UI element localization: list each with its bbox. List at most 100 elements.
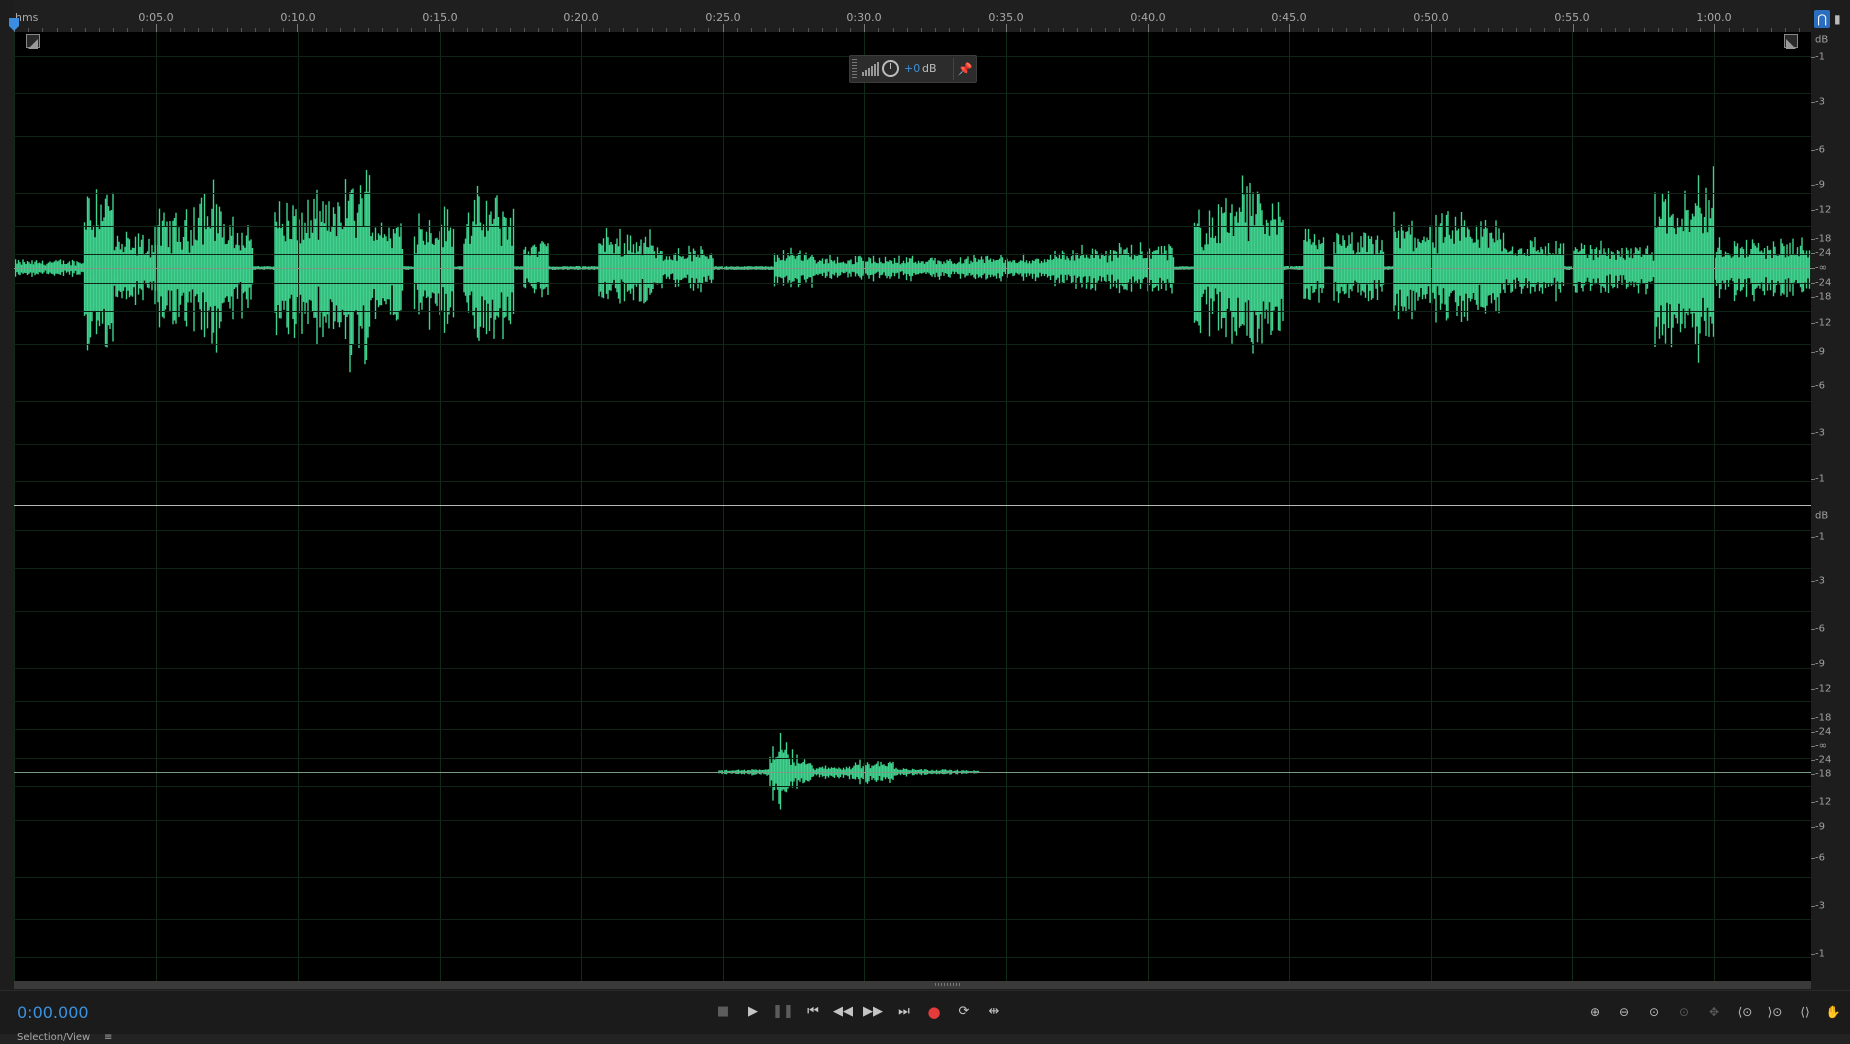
ruler-major-tick — [439, 24, 440, 32]
pin-icon[interactable]: 📌 — [957, 60, 973, 78]
marker-icon[interactable]: ▮ — [1834, 10, 1846, 28]
zoom-out-time-button[interactable]: ⟨⟩ — [1792, 1001, 1818, 1023]
grid-line-horizontal — [14, 136, 1811, 137]
zoom-out-full-button[interactable]: ⟨⊙ — [1732, 1001, 1758, 1023]
hud-separator — [953, 58, 954, 80]
hand-tool-button[interactable]: ✋ — [1820, 1001, 1846, 1023]
waveform-editor[interactable] — [14, 32, 1811, 981]
ruler-tick-label: 0:25.0 — [705, 11, 741, 24]
db-tick — [1811, 858, 1815, 859]
grid-line-horizontal — [14, 530, 1811, 531]
go-to-start-button[interactable]: ⏮ — [801, 1001, 825, 1023]
db-unit-label: dB — [1815, 510, 1829, 522]
left-border — [0, 0, 14, 1044]
db-scale[interactable]: dB dB -1 -3 -6 -9 -12 -18 -24 -∞ -24 -18 -12 -9 -6 -3 -1… — [1811, 32, 1850, 981]
grid-line-horizontal — [14, 568, 1811, 569]
grid-line-vertical — [1148, 506, 1149, 981]
ruler-major-tick — [723, 24, 724, 32]
zoom-in-time-button[interactable]: ⟩⊙ — [1762, 1001, 1788, 1023]
record-button[interactable]: ● — [922, 1001, 946, 1023]
grid-line-horizontal — [14, 283, 1811, 284]
ruler-major-tick — [1431, 24, 1432, 32]
grid-line-horizontal — [14, 919, 1811, 920]
fade-out-handle-icon[interactable] — [1784, 34, 1798, 49]
stop-button[interactable]: ■ — [711, 1001, 735, 1023]
db-label: -18 — [1815, 712, 1832, 724]
grid-line-horizontal — [14, 729, 1811, 730]
play-button[interactable]: ▶ — [741, 1001, 765, 1023]
db-label: -3 — [1815, 96, 1825, 108]
snap-icon[interactable]: ⋂ — [1814, 10, 1830, 28]
gain-value[interactable]: +0 — [904, 62, 920, 75]
db-label: -∞ — [1815, 262, 1827, 274]
ruler-tick-label: 0:55.0 — [1554, 11, 1590, 24]
ruler-major-tick — [1006, 24, 1007, 32]
ruler-tick-label: 0:10.0 — [280, 11, 316, 24]
db-label: -1 — [1815, 948, 1825, 960]
grid-line-vertical — [1714, 506, 1715, 981]
grid-line-horizontal — [14, 877, 1811, 878]
skip-selection-button[interactable]: ⇹ — [982, 1001, 1006, 1023]
current-time-display[interactable]: 0:00.000 — [17, 1003, 89, 1022]
db-label: -24 — [1815, 277, 1832, 289]
pause-button[interactable]: ❚❚ — [771, 1001, 795, 1023]
rewind-button[interactable]: ◀◀ — [831, 1001, 855, 1023]
db-label: -12 — [1815, 204, 1832, 216]
db-tick — [1811, 718, 1815, 719]
channel-left[interactable] — [14, 32, 1811, 505]
db-tick — [1811, 57, 1815, 58]
fast-forward-button[interactable]: ▶▶ — [861, 1001, 885, 1023]
db-label: -12 — [1815, 796, 1832, 808]
ruler-tick-label: 0:35.0 — [988, 11, 1024, 24]
grid-line-horizontal — [14, 344, 1811, 345]
drag-grip-icon[interactable] — [852, 59, 857, 79]
db-label: -1 — [1815, 473, 1825, 485]
zoom-in-amplitude-button[interactable]: ⊕ — [1582, 1001, 1608, 1023]
db-label: -3 — [1815, 900, 1825, 912]
ruler-tick-label: 0:50.0 — [1413, 11, 1449, 24]
ruler-tick-label: 0:20.0 — [563, 11, 599, 24]
ruler-major-tick — [1714, 24, 1715, 32]
ruler-major-tick — [864, 24, 865, 32]
db-label: -6 — [1815, 852, 1825, 864]
horizontal-scrollbar[interactable] — [14, 981, 1811, 989]
db-tick — [1811, 433, 1815, 434]
zoom-out-amplitude-button[interactable]: ⊖ — [1611, 1001, 1637, 1023]
db-tick — [1811, 746, 1815, 747]
db-tick — [1811, 906, 1815, 907]
db-tick — [1811, 253, 1815, 254]
channel-right[interactable] — [14, 506, 1811, 981]
time-ruler[interactable]: hms 0:05.0 0:10.0 0:15.0 0:20.0 0:25.0 0… — [14, 0, 1811, 32]
grid-line-horizontal — [14, 957, 1811, 958]
db-tick — [1811, 954, 1815, 955]
waveform-right — [718, 733, 980, 810]
ruler-tick-label: 0:15.0 — [422, 11, 458, 24]
grid-line-vertical — [298, 506, 299, 981]
grid-line-vertical — [1572, 506, 1573, 981]
hud-gain-control[interactable]: +0 dB 📌 — [849, 55, 977, 83]
db-label: -18 — [1815, 768, 1832, 780]
scrollbar-grip-icon[interactable] — [935, 983, 961, 986]
db-tick — [1811, 150, 1815, 151]
gain-knob-icon[interactable] — [882, 60, 899, 77]
playhead-marker-icon[interactable] — [8, 18, 20, 32]
loop-button[interactable]: ⟳ — [952, 1001, 976, 1023]
db-tick — [1811, 664, 1815, 665]
grid-line-horizontal — [14, 668, 1811, 669]
grid-line-vertical — [1289, 506, 1290, 981]
fade-in-handle-icon[interactable] — [26, 34, 40, 49]
db-label: -18 — [1815, 291, 1832, 303]
panel-menu-icon[interactable]: ≡ — [104, 1032, 112, 1043]
zoom-in-left-button[interactable]: ⊙ — [1671, 1001, 1697, 1023]
grid-line-horizontal — [14, 226, 1811, 227]
zoom-in-right-button[interactable]: ✥ — [1701, 1001, 1727, 1023]
db-tick — [1811, 185, 1815, 186]
zoom-to-selection-button[interactable]: ⊙ — [1641, 1001, 1667, 1023]
db-tick — [1811, 629, 1815, 630]
grid-line-horizontal — [14, 193, 1811, 194]
ruler-tick-label: 0:30.0 — [846, 11, 882, 24]
grid-line-vertical — [1006, 506, 1007, 981]
ruler-major-tick — [1573, 24, 1574, 32]
grid-line-horizontal — [14, 481, 1811, 482]
go-to-end-button[interactable]: ⏭ — [892, 1001, 916, 1023]
